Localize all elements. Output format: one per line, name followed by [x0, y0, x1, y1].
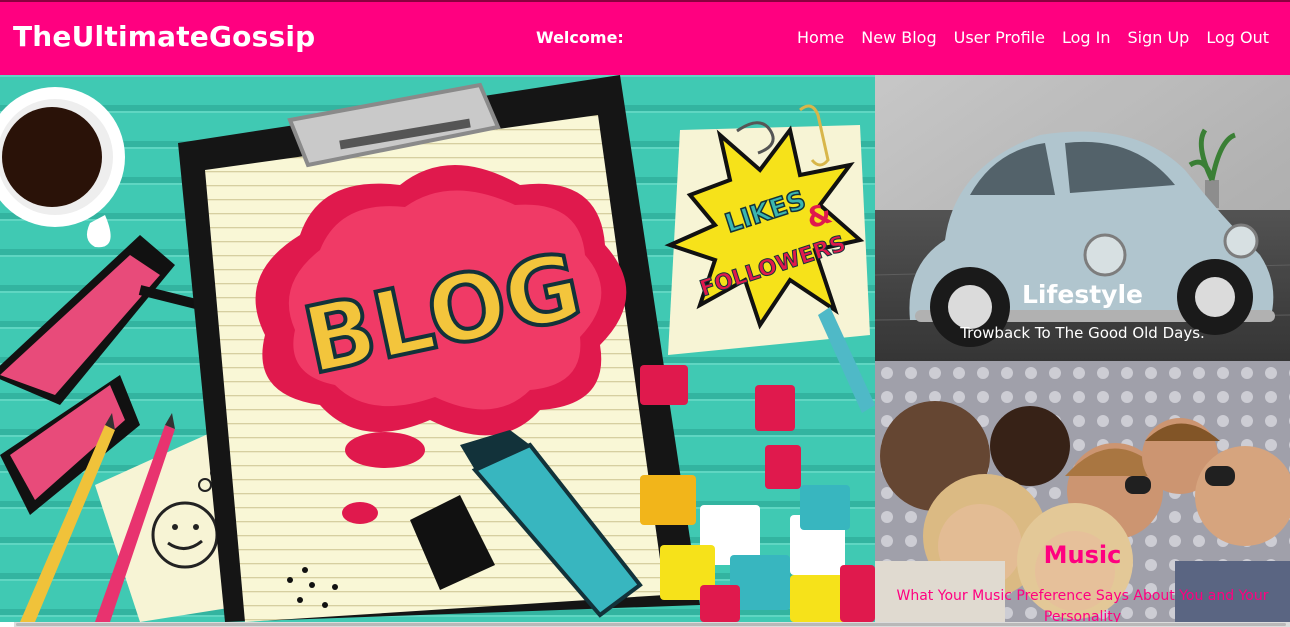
- site-brand[interactable]: TheUltimateGossip: [13, 20, 315, 53]
- scrollbar-thumb[interactable]: [16, 623, 1286, 626]
- lifestyle-subtitle: Trowback To The Good Old Days.: [960, 324, 1205, 342]
- music-party-image: [875, 361, 1290, 622]
- lifestyle-car-image: [875, 75, 1290, 361]
- nav-user-profile-link[interactable]: User Profile: [954, 28, 1045, 47]
- horizontal-scrollbar[interactable]: [14, 622, 1290, 627]
- navbar: TheUltimateGossip Welcome: Home New Blog…: [0, 2, 1290, 75]
- hero-illustration: BLOG LIKES & FOLLOWERS: [0, 75, 875, 622]
- welcome-label: Welcome:: [536, 28, 624, 47]
- lifestyle-card[interactable]: Lifestyle Trowback To The Good Old Days.: [875, 75, 1290, 361]
- hero-blog-image[interactable]: BLOG LIKES & FOLLOWERS: [0, 75, 875, 622]
- lifestyle-title[interactable]: Lifestyle: [875, 280, 1290, 309]
- nav-home-link[interactable]: Home: [797, 28, 844, 47]
- nav-new-blog-link[interactable]: New Blog: [861, 28, 936, 47]
- music-card[interactable]: Music What Your Music Preference Says Ab…: [875, 361, 1290, 622]
- nav-log-out-link[interactable]: Log Out: [1206, 28, 1269, 47]
- nav-links: Home New Blog User Profile Log In Sign U…: [797, 28, 1269, 47]
- nav-log-in-link[interactable]: Log In: [1062, 28, 1111, 47]
- nav-sign-up-link[interactable]: Sign Up: [1127, 28, 1189, 47]
- music-subtitle: What Your Music Preference Says About Yo…: [896, 588, 1269, 622]
- music-title[interactable]: Music: [875, 541, 1290, 569]
